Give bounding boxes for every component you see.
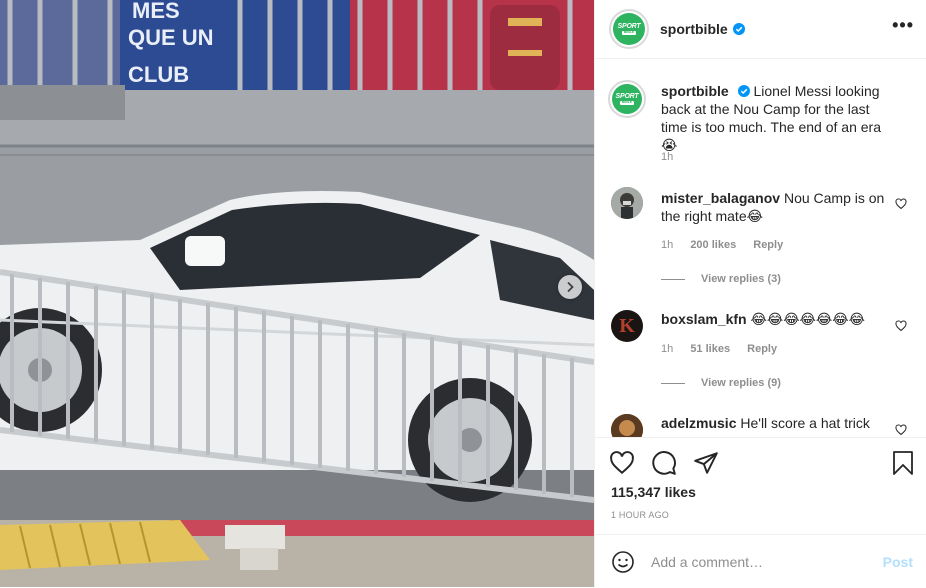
heart-icon[interactable] (895, 424, 907, 436)
avatar-letter: K (619, 314, 635, 337)
commenter-avatar[interactable] (611, 414, 643, 437)
photo-scene: MES QUE UN CLUB (0, 0, 594, 587)
comment-row: mister_balaganov Nou Camp is on the righ… (595, 187, 926, 297)
heart-icon[interactable] (895, 320, 907, 332)
logo-text-bottom: BIBLE (621, 30, 637, 35)
post-header: SPORT BIBLE sportbible ••• (595, 0, 926, 59)
view-replies-label[interactable]: View replies (9) (701, 377, 781, 389)
comment-text: 😂😂😂😂😂😂😂 (750, 311, 865, 327)
post-photo[interactable]: MES QUE UN CLUB (0, 0, 594, 587)
comment-username[interactable]: mister_balaganov (661, 190, 780, 206)
post-footer: 115,347 likes 1 HOUR AGO Post (595, 437, 926, 587)
comment-likes[interactable]: 200 likes (690, 239, 736, 251)
caption-username[interactable]: sportbible (661, 83, 729, 99)
bookmark-icon[interactable] (891, 450, 915, 476)
stadium-sign-line-2: QUE UN (128, 25, 214, 50)
stadium-sign-line-3: CLUB (128, 62, 189, 87)
post-comment-button[interactable]: Post (883, 554, 913, 570)
comment-row: adelzmusic He'll score a hat trick (595, 414, 926, 437)
logo-text-bottom: BIBLE (619, 100, 635, 105)
share-icon[interactable] (693, 450, 719, 476)
caption-time[interactable]: 1h (661, 151, 673, 163)
caption-row: SPORT BIBLE sportbible Lionel Messi look… (595, 80, 926, 190)
comment-time[interactable]: 1h (661, 239, 673, 251)
comments-list[interactable]: SPORT BIBLE sportbible Lionel Messi look… (595, 60, 926, 437)
comment-likes[interactable]: 51 likes (690, 343, 730, 355)
comment-reply-button[interactable]: Reply (753, 239, 783, 251)
comment-text-block: boxslam_kfn 😂😂😂😂😂😂😂 (661, 310, 897, 328)
comment-meta: 1h 51 likes Reply (661, 343, 791, 355)
post-timestamp[interactable]: 1 HOUR AGO (611, 510, 669, 520)
comment-username[interactable]: boxslam_kfn (661, 311, 747, 327)
caption-meta: 1h (661, 151, 687, 163)
commenter-avatar[interactable] (611, 187, 643, 219)
comment-text: He'll score a hat trick (740, 415, 870, 431)
likes-count[interactable]: 115,347 likes (611, 484, 696, 500)
view-replies-button[interactable]: View replies (3) (661, 273, 781, 285)
verified-badge-icon (737, 85, 750, 97)
comment-text-block: adelzmusic He'll score a hat trick (661, 414, 897, 432)
comment-time[interactable]: 1h (661, 343, 673, 355)
author-avatar[interactable]: SPORT BIBLE (609, 9, 649, 49)
comment-icon[interactable] (651, 450, 677, 476)
more-options-icon[interactable]: ••• (892, 16, 914, 34)
heart-icon[interactable] (895, 198, 907, 210)
comment-input[interactable] (651, 553, 861, 570)
verified-badge-icon (732, 23, 745, 35)
caption-avatar[interactable]: SPORT BIBLE (608, 80, 646, 118)
author-username[interactable]: sportbible (660, 21, 745, 37)
caption-text-block: sportbible Lionel Messi looking back at … (661, 82, 897, 154)
comment-meta: 1h 200 likes Reply (661, 239, 797, 251)
replies-divider (661, 278, 685, 280)
comment-row: K boxslam_kfn 😂😂😂😂😂😂😂 1h 51 likes Reply … (595, 310, 926, 420)
instagram-post: MES QUE UN CLUB SPORT BIBLE sportbible •… (0, 0, 926, 587)
heart-icon[interactable] (609, 450, 635, 476)
chevron-right-icon (567, 281, 574, 293)
replies-divider (661, 382, 685, 384)
add-comment-bar: Post (595, 534, 926, 588)
commenter-avatar[interactable]: K (611, 310, 643, 342)
view-replies-label[interactable]: View replies (3) (701, 273, 781, 285)
emoji-icon[interactable] (611, 550, 635, 574)
action-bar (609, 450, 719, 476)
logo-text-top: SPORT (615, 93, 639, 101)
sportbible-logo: SPORT BIBLE (612, 84, 642, 114)
sportbible-logo: SPORT BIBLE (613, 13, 645, 45)
comment-username[interactable]: adelzmusic (661, 415, 736, 431)
next-photo-button[interactable] (558, 275, 582, 299)
logo-text-top: SPORT (617, 23, 641, 31)
post-side-panel: SPORT BIBLE sportbible ••• SPORT BIBLE s… (594, 0, 926, 587)
stadium-sign-line-1: MES (132, 0, 180, 23)
comment-reply-button[interactable]: Reply (747, 343, 777, 355)
view-replies-button[interactable]: View replies (9) (661, 377, 781, 389)
author-username-text[interactable]: sportbible (660, 21, 728, 37)
comment-text-block: mister_balaganov Nou Camp is on the righ… (661, 189, 897, 225)
